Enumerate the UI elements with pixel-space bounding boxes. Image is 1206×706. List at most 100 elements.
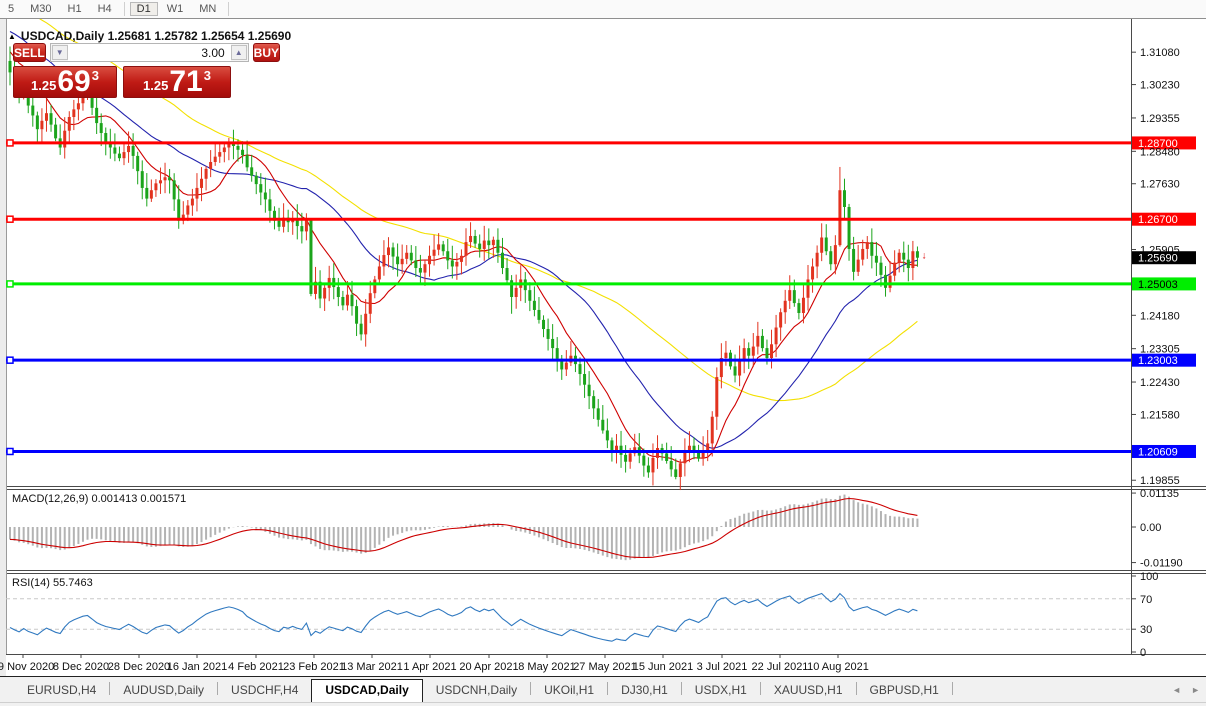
candle-body bbox=[460, 256, 463, 262]
sell-button[interactable]: SELL bbox=[13, 43, 46, 62]
candle-body bbox=[191, 199, 194, 206]
price-chart-canvas[interactable]: 1.287001.267001.250031.230031.206091.310… bbox=[0, 19, 1206, 676]
timeframe-button-m5[interactable]: 5 bbox=[1, 2, 21, 16]
candle-body bbox=[50, 113, 53, 124]
tab-scroll-left-icon[interactable]: ◄ bbox=[1172, 685, 1181, 695]
candle-body bbox=[770, 344, 773, 358]
candle-body bbox=[241, 150, 244, 155]
one-click-trading-panel: SELL ▼ ▲ BUY 1.25 69 3 1.25 71 3 bbox=[13, 43, 231, 98]
candle-body bbox=[483, 241, 486, 249]
current-price-label: 1.25690 bbox=[1138, 253, 1178, 265]
tab-ukoil-h1[interactable]: UKOil,H1 bbox=[531, 680, 607, 701]
candle-body bbox=[501, 253, 504, 268]
tab-usdcad-daily[interactable]: USDCAD,Daily bbox=[311, 679, 422, 702]
tab-scroll-right-icon[interactable]: ► bbox=[1191, 685, 1200, 695]
chart-tab-bar: EURUSD,H4 AUDUSD,Daily USDCHF,H4 USDCAD,… bbox=[0, 676, 1206, 706]
tab-separator bbox=[952, 682, 953, 695]
rsi-tick-label: 100 bbox=[1140, 571, 1158, 583]
candle-body bbox=[848, 207, 851, 249]
candle-body bbox=[255, 176, 258, 184]
candle-body bbox=[392, 247, 395, 256]
candle-body bbox=[765, 348, 768, 358]
line-drag-handle[interactable] bbox=[7, 216, 13, 222]
candle-body bbox=[300, 226, 303, 231]
price-tick-label: 1.24180 bbox=[1140, 310, 1180, 322]
level-price-label: 1.23003 bbox=[1138, 355, 1178, 367]
candle-body bbox=[902, 253, 905, 260]
line-drag-handle[interactable] bbox=[7, 448, 13, 454]
tab-usdcnh-daily[interactable]: USDCNH,Daily bbox=[423, 680, 530, 701]
tab-usdchf-h4[interactable]: USDCHF,H4 bbox=[218, 680, 311, 701]
trading-terminal-window: 5 M30 H1 H4 D1 W1 MN 1.287001.267001.250… bbox=[0, 0, 1206, 706]
candle-body bbox=[506, 268, 509, 280]
candle-body bbox=[337, 287, 340, 297]
candle-body bbox=[209, 162, 212, 169]
candle-body bbox=[916, 251, 919, 257]
volume-input[interactable] bbox=[68, 44, 231, 61]
candle-body bbox=[829, 251, 832, 264]
level-price-label: 1.25003 bbox=[1138, 279, 1178, 291]
candle-body bbox=[159, 180, 162, 183]
candle-body bbox=[665, 453, 668, 461]
level-price-label: 1.20609 bbox=[1138, 446, 1178, 458]
candle-body bbox=[218, 152, 221, 157]
candle-body bbox=[715, 377, 718, 417]
volume-decrease-button[interactable]: ▼ bbox=[52, 45, 68, 60]
volume-increase-button[interactable]: ▲ bbox=[231, 45, 247, 60]
ask-price-prefix: 1.25 bbox=[143, 78, 168, 93]
date-tick-label: 15 Jun 2021 bbox=[633, 661, 694, 673]
candle-body bbox=[674, 469, 677, 477]
tab-xauusd-h1[interactable]: XAUUSD,H1 bbox=[761, 680, 856, 701]
ask-price-button[interactable]: 1.25 71 3 bbox=[123, 66, 231, 98]
timeframe-button-d1[interactable]: D1 bbox=[130, 2, 158, 16]
timeframe-button-m30[interactable]: M30 bbox=[23, 2, 58, 16]
candle-body bbox=[861, 249, 864, 260]
candle-body bbox=[36, 115, 39, 129]
line-drag-handle[interactable] bbox=[7, 281, 13, 287]
candle-body bbox=[706, 443, 709, 450]
timeframe-button-w1[interactable]: W1 bbox=[160, 2, 191, 16]
candle-body bbox=[875, 256, 878, 263]
toolbar-separator bbox=[124, 2, 125, 16]
candle-body bbox=[423, 264, 426, 272]
tab-eurusd-h4[interactable]: EURUSD,H4 bbox=[14, 680, 109, 701]
candle-body bbox=[724, 353, 727, 358]
tab-usdx-h1[interactable]: USDX,H1 bbox=[682, 680, 760, 701]
candle-body bbox=[775, 328, 778, 345]
line-drag-handle[interactable] bbox=[7, 140, 13, 146]
chart-window: 1.287001.267001.250031.230031.206091.310… bbox=[0, 19, 1206, 676]
tab-gbpusd-h1[interactable]: GBPUSD,H1 bbox=[857, 680, 952, 701]
ask-price-pipette: 3 bbox=[204, 68, 211, 83]
candle-body bbox=[879, 263, 882, 275]
macd-tick-label: 0.01135 bbox=[1140, 488, 1179, 500]
collapse-triangle-icon: ▲ bbox=[8, 32, 16, 41]
candle-body bbox=[866, 242, 869, 249]
candle-body bbox=[911, 251, 914, 268]
candle-body bbox=[651, 458, 654, 472]
candle-body bbox=[670, 461, 673, 469]
candle-body bbox=[533, 301, 536, 310]
candle-body bbox=[734, 366, 737, 375]
price-tick-label: 1.19855 bbox=[1140, 475, 1180, 487]
price-tick-label: 1.30230 bbox=[1140, 80, 1180, 92]
candle-body bbox=[195, 188, 198, 199]
tab-audusd-daily[interactable]: AUDUSD,Daily bbox=[110, 680, 217, 701]
line-drag-handle[interactable] bbox=[7, 357, 13, 363]
bid-price-button[interactable]: 1.25 69 3 bbox=[13, 66, 117, 98]
candle-body bbox=[834, 245, 837, 264]
candle-body bbox=[127, 146, 130, 152]
candle-body bbox=[743, 348, 746, 360]
candle-body bbox=[54, 125, 57, 139]
timeframe-button-mn[interactable]: MN bbox=[192, 2, 223, 16]
candle-body bbox=[496, 240, 499, 253]
timeframe-button-h1[interactable]: H1 bbox=[61, 2, 89, 16]
candle-body bbox=[387, 247, 390, 255]
timeframe-button-h4[interactable]: H4 bbox=[91, 2, 119, 16]
bid-price-pipette: 3 bbox=[92, 68, 99, 83]
candle-body bbox=[647, 466, 650, 473]
date-tick-label: 19 Nov 2020 bbox=[0, 661, 54, 673]
buy-button[interactable]: BUY bbox=[253, 43, 280, 62]
candle-body bbox=[323, 288, 326, 299]
tab-dj30-h1[interactable]: DJ30,H1 bbox=[608, 680, 681, 701]
candle-body bbox=[351, 295, 354, 306]
